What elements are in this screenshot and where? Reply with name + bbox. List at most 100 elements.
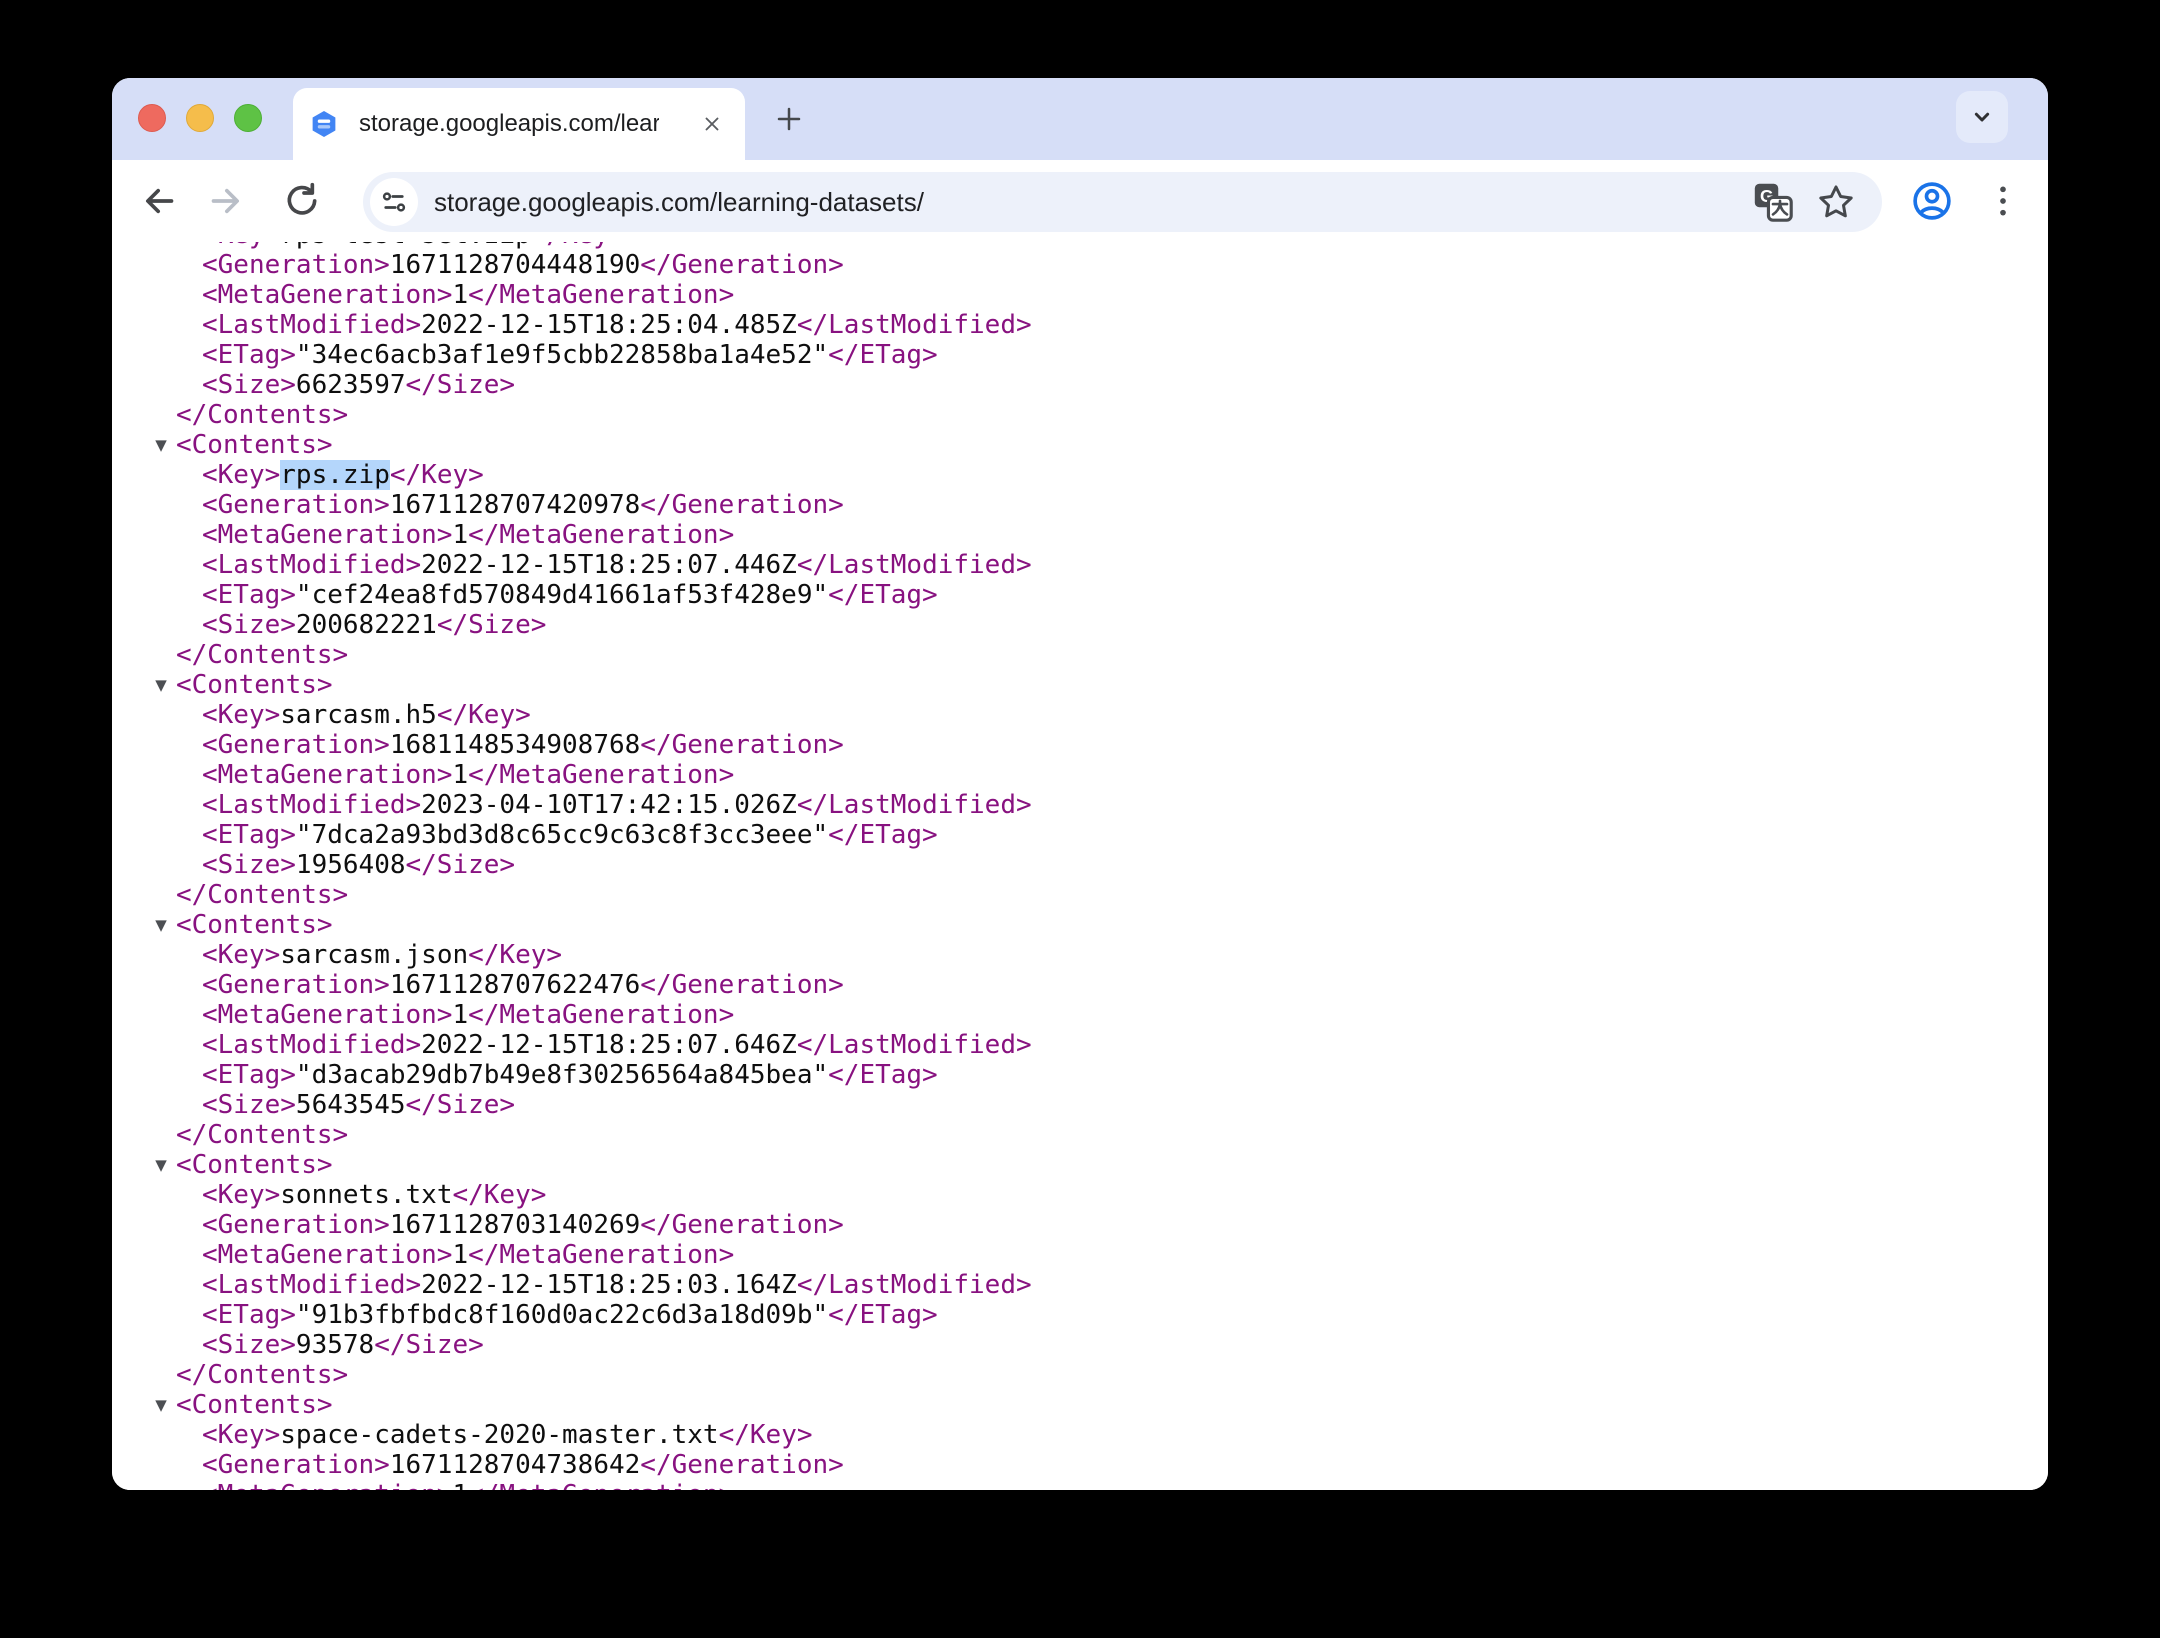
xml-tag: <Key> [202, 242, 280, 250]
profile-avatar-icon[interactable] [1910, 179, 1954, 223]
xml-tag: <LastModified> [202, 310, 421, 340]
xml-tag: </Generation> [640, 730, 844, 760]
xml-tag: <Generation> [202, 970, 390, 1000]
gcs-favicon-icon [309, 109, 339, 139]
xml-tag: </Generation> [640, 490, 844, 520]
xml-tag: </LastModified> [797, 310, 1032, 340]
xml-tag: </Contents> [176, 1360, 348, 1390]
xml-tag: <LastModified> [202, 1030, 421, 1060]
xml-tag: <ETag> [202, 580, 296, 610]
xml-value: rps-test-set.zip [280, 242, 530, 250]
tab-close-icon[interactable] [695, 107, 729, 141]
collapse-arrow-icon[interactable]: ▼ [150, 910, 172, 940]
collapse-arrow-icon[interactable]: ▼ [150, 670, 172, 700]
window-controls [138, 104, 262, 132]
xml-tag: </Generation> [640, 1450, 844, 1480]
collapse-arrow-icon[interactable]: ▼ [150, 430, 172, 460]
xml-line: <ETag>"d3acab29db7b49e8f30256564a845bea"… [112, 1060, 2048, 1090]
xml-tag: <Size> [202, 370, 296, 400]
xml-line: <ETag>"7dca2a93bd3d8c65cc9c63c8f3cc3eee"… [112, 820, 2048, 850]
active-tab[interactable]: storage.googleapis.com/learn [293, 88, 745, 160]
toolbar: storage.googleapis.com/learning-datasets… [112, 160, 2048, 242]
reload-button[interactable] [280, 179, 324, 223]
zoom-window-button[interactable] [234, 104, 262, 132]
xml-tag: </Size> [406, 850, 516, 880]
forward-button[interactable] [204, 179, 248, 223]
xml-tag: </MetaGeneration> [468, 520, 734, 550]
tab-strip: storage.googleapis.com/learn [112, 78, 2048, 160]
collapse-arrow-icon[interactable]: ▼ [150, 1150, 172, 1180]
translate-icon[interactable]: G [1752, 181, 1794, 223]
xml-line: <Size>1956408</Size> [112, 850, 2048, 880]
xml-tag: <Key> [202, 1180, 280, 1210]
xml-line: <Generation>1671128704448190</Generation… [112, 250, 2048, 280]
xml-tag: <Key> [202, 460, 280, 490]
xml-tag: </Key> [719, 1420, 813, 1450]
xml-line: <MetaGeneration>1</MetaGeneration> [112, 520, 2048, 550]
xml-value: "91b3fbfbdc8f160d0ac22c6d3a18d09b" [296, 1300, 828, 1330]
close-window-button[interactable] [138, 104, 166, 132]
address-bar[interactable]: storage.googleapis.com/learning-datasets… [363, 172, 1882, 232]
xml-value: 2022-12-15T18:25:07.646Z [421, 1030, 797, 1060]
xml-line: <Generation>1681148534908768</Generation… [112, 730, 2048, 760]
xml-value: 6623597 [296, 370, 406, 400]
xml-value: 1671128707622476 [390, 970, 640, 1000]
xml-tag: <LastModified> [202, 550, 421, 580]
xml-line: <MetaGeneration>1</MetaGeneration> [112, 760, 2048, 790]
xml-tag: <MetaGeneration> [202, 1240, 452, 1270]
xml-tag: </Generation> [640, 1210, 844, 1240]
xml-value: 1956408 [296, 850, 406, 880]
xml-tag: </MetaGeneration> [468, 280, 734, 310]
xml-tag: <MetaGeneration> [202, 520, 452, 550]
xml-tag: <ETag> [202, 1060, 296, 1090]
xml-tag: </Generation> [640, 970, 844, 1000]
xml-tag: </Contents> [176, 640, 348, 670]
xml-line: ▼<Contents> [112, 1390, 2048, 1420]
collapse-arrow-icon[interactable]: ▼ [150, 1390, 172, 1420]
tab-search-chevron-button[interactable] [1956, 91, 2008, 143]
xml-value: 1671128704738642 [390, 1450, 640, 1480]
xml-line: <Generation>1671128707420978</Generation… [112, 490, 2048, 520]
xml-value: sarcasm.h5 [280, 700, 437, 730]
xml-tag: </Size> [406, 370, 516, 400]
bookmark-star-icon[interactable] [1816, 182, 1856, 222]
xml-tag: <Size> [202, 850, 296, 880]
xml-line: </Contents> [112, 1120, 2048, 1150]
xml-value: 1 [452, 280, 468, 310]
site-info-tune-icon[interactable] [370, 178, 418, 226]
new-tab-button[interactable] [774, 104, 804, 134]
xml-tag: <Key> [202, 940, 280, 970]
xml-tag: <MetaGeneration> [202, 760, 452, 790]
xml-value: "7dca2a93bd3d8c65cc9c63c8f3cc3eee" [296, 820, 828, 850]
xml-tag: </Key> [437, 700, 531, 730]
xml-line: <ETag>"91b3fbfbdc8f160d0ac22c6d3a18d09b"… [112, 1300, 2048, 1330]
xml-line: </Contents> [112, 880, 2048, 910]
xml-tag: <Key> [202, 700, 280, 730]
xml-tag: </Contents> [176, 880, 348, 910]
xml-tag: <ETag> [202, 340, 296, 370]
xml-line: <LastModified>2022-12-15T18:25:03.164Z</… [112, 1270, 2048, 1300]
xml-tag: </MetaGeneration> [468, 1000, 734, 1030]
xml-tag: <ETag> [202, 1300, 296, 1330]
xml-tag: </Key> [452, 1180, 546, 1210]
url-text[interactable]: storage.googleapis.com/learning-datasets… [434, 187, 1752, 218]
xml-tag: </Key> [390, 460, 484, 490]
xml-value: 1 [452, 760, 468, 790]
xml-tag: <Generation> [202, 1450, 390, 1480]
xml-tag: </ETag> [828, 1060, 938, 1090]
xml-value: 200682221 [296, 610, 437, 640]
xml-tag: </LastModified> [797, 550, 1032, 580]
minimize-window-button[interactable] [186, 104, 214, 132]
xml-value: 1 [452, 1480, 468, 1490]
xml-line: <Generation>1671128704738642</Generation… [112, 1450, 2048, 1480]
xml-line: </Contents> [112, 400, 2048, 430]
xml-tag: <Generation> [202, 730, 390, 760]
back-button[interactable] [137, 179, 181, 223]
xml-tag: <Generation> [202, 250, 390, 280]
three-dot-menu-icon[interactable] [1981, 179, 2025, 223]
xml-value: 2022-12-15T18:25:07.446Z [421, 550, 797, 580]
xml-value: 2023-04-10T17:42:15.026Z [421, 790, 797, 820]
xml-value: 1671128707420978 [390, 490, 640, 520]
xml-value: sonnets.txt [280, 1180, 452, 1210]
xml-tag: </ETag> [828, 820, 938, 850]
